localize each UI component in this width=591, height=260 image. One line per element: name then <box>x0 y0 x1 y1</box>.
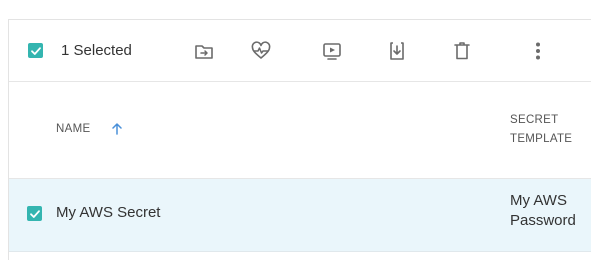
launch-button[interactable] <box>321 40 343 62</box>
selected-count-label: 1 Selected <box>61 42 132 59</box>
checkmark-icon <box>30 46 41 55</box>
more-vertical-icon <box>536 42 540 60</box>
heartbeat-button[interactable] <box>250 40 272 62</box>
secret-name-link[interactable]: My AWS Secret <box>56 204 160 221</box>
secrets-grid: 1 Selected NAME SECRET TEMPLATE My AWS S… <box>8 19 591 260</box>
table-header: NAME SECRET TEMPLATE <box>9 81 591 179</box>
secret-template-line1: My AWS <box>510 192 567 209</box>
select-all-checkbox[interactable] <box>28 43 43 58</box>
export-icon <box>390 42 404 60</box>
secret-template-line2: Password <box>510 212 576 229</box>
heartbeat-icon <box>251 41 271 59</box>
column-header-secret-template-line1: SECRET <box>510 114 559 126</box>
more-options-button[interactable] <box>527 40 549 62</box>
delete-icon <box>454 42 470 60</box>
launch-icon <box>323 43 341 60</box>
bulk-action-toolbar: 1 Selected <box>9 20 591 82</box>
move-to-folder-button[interactable] <box>193 40 215 62</box>
export-button[interactable] <box>386 40 408 62</box>
move-to-folder-icon <box>195 45 213 59</box>
secret-template-cell: My AWS Password <box>510 191 576 231</box>
row-checkbox[interactable] <box>27 206 42 221</box>
column-header-secret-template[interactable]: SECRET TEMPLATE <box>510 111 572 149</box>
column-header-name[interactable]: NAME <box>56 122 124 136</box>
checkmark-icon <box>29 209 40 218</box>
column-header-secret-template-line2: TEMPLATE <box>510 133 573 145</box>
column-header-name-label: NAME <box>56 123 91 135</box>
sort-ascending-icon[interactable] <box>110 122 124 136</box>
table-row[interactable]: My AWS Secret My AWS Password <box>9 179 591 252</box>
delete-button[interactable] <box>451 40 473 62</box>
